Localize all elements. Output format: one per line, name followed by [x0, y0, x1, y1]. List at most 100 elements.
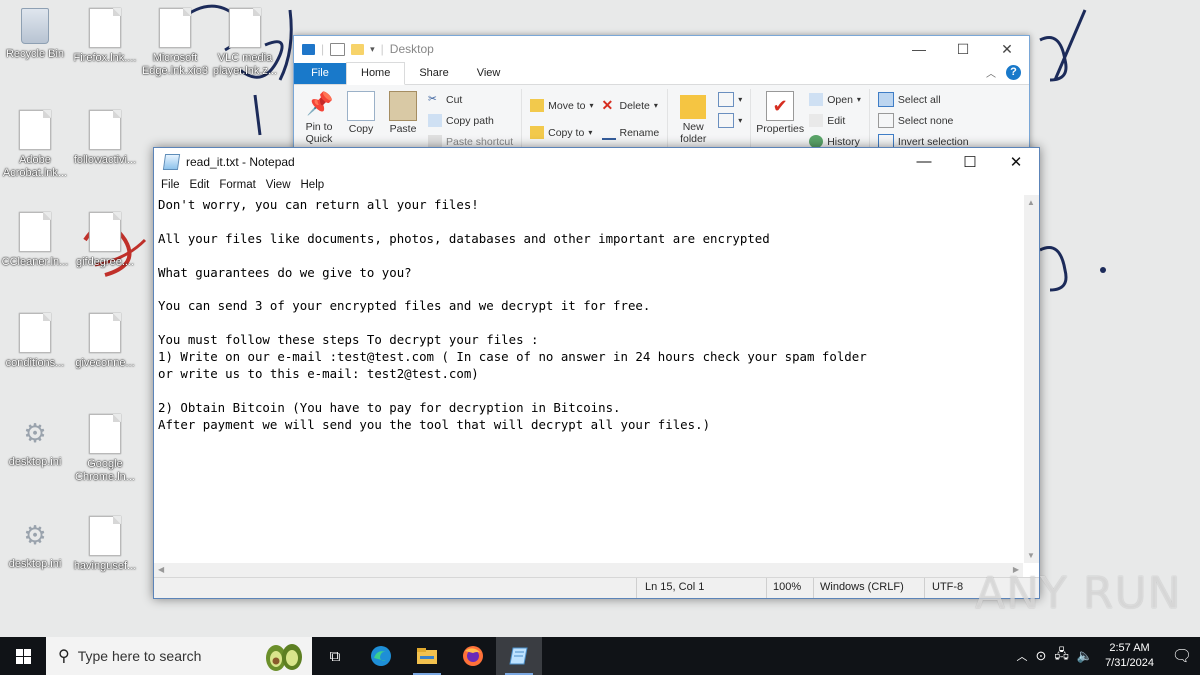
new-folder-label: New folder — [680, 121, 707, 145]
desktop-icon-desktop-ini[interactable]: ⚙ desktop.ini — [0, 414, 70, 469]
maximize-icon[interactable]: ☐ — [947, 153, 993, 171]
file-icon — [89, 110, 121, 150]
taskbar-notepad[interactable] — [496, 637, 542, 675]
copy-icon — [347, 91, 375, 121]
open-button[interactable]: Open ▾ — [809, 91, 861, 108]
vertical-scrollbar[interactable]: ▲ ▼ — [1024, 195, 1039, 563]
desktop-icon-recycle-bin[interactable]: Recycle Bin — [0, 8, 70, 61]
help-icon[interactable]: ? — [1006, 65, 1021, 80]
desktop-icon-label: CCleaner.ln... — [1, 256, 69, 268]
notepad-app-icon — [162, 153, 181, 170]
file-icon — [19, 313, 51, 353]
new-folder-qat-icon[interactable] — [351, 43, 365, 55]
desktop-icon-label: havingusef... — [73, 560, 137, 572]
task-view-button[interactable]: ⧉ — [312, 637, 358, 675]
search-placeholder: Type here to search — [77, 648, 202, 664]
delete-button[interactable]: ✕ Delete ▾ — [602, 97, 660, 114]
tab-home[interactable]: Home — [346, 62, 406, 85]
recycle-bin-icon — [21, 8, 49, 44]
scroll-down-icon[interactable]: ▼ — [1027, 551, 1035, 560]
explorer-app-icon — [302, 43, 315, 55]
windows-logo-icon — [15, 648, 31, 664]
tab-share[interactable]: Share — [405, 63, 462, 84]
qat-dropdown-icon[interactable]: ▾ — [370, 44, 375, 55]
desktop-icon-label: Microsoft Edge.lnk.xio3 — [141, 52, 209, 77]
taskbar-search-box[interactable]: ⚲ Type here to search — [46, 637, 312, 675]
horizontal-scrollbar[interactable]: ◀ ▶ — [154, 563, 1023, 578]
desktop-icon-vlc-lnk[interactable]: VLC media player.lnk.z... — [210, 8, 280, 78]
move-to-button[interactable]: Move to ▾ — [530, 97, 594, 114]
volume-icon[interactable]: 🔈 — [1077, 648, 1093, 664]
copy-to-button[interactable]: Copy to ▾ — [530, 124, 593, 141]
menu-edit[interactable]: Edit — [185, 179, 215, 191]
taskbar-edge[interactable] — [358, 637, 404, 675]
tab-file[interactable]: File — [294, 63, 346, 84]
select-none-button[interactable]: Select none — [877, 112, 969, 129]
notepad-window: read_it.txt - Notepad — ☐ ✕ File Edit Fo… — [153, 147, 1040, 599]
close-icon[interactable]: ✕ — [993, 153, 1039, 171]
menu-help[interactable]: Help — [296, 179, 330, 191]
maximize-icon[interactable]: ☐ — [941, 41, 985, 58]
desktop-icon-label: VLC media player.lnk.z... — [212, 52, 278, 77]
tab-view[interactable]: View — [463, 63, 515, 84]
easy-access-button[interactable]: ▾ — [718, 112, 742, 129]
delete-label: Delete — [619, 99, 650, 112]
chevron-up-icon[interactable]: ︿ — [1016, 648, 1027, 664]
desktop-icon-label: giveconne... — [75, 357, 135, 369]
desktop-icon-gifdegree[interactable]: gifdegree.... — [70, 212, 140, 269]
desktop-icon-conditions[interactable]: conditions... — [0, 313, 70, 370]
scroll-left-icon[interactable]: ◀ — [158, 565, 164, 574]
desktop-icon-ccleaner-lnk[interactable]: CCleaner.ln... — [0, 212, 70, 269]
new-item-icon — [718, 92, 735, 107]
notification-icon[interactable]: 🗨 — [1164, 646, 1200, 666]
file-icon — [159, 8, 191, 48]
select-all-button[interactable]: Select all — [877, 91, 969, 108]
copy-path-button[interactable]: Copy path — [428, 112, 513, 129]
rename-icon — [601, 125, 616, 140]
close-icon[interactable]: ✕ — [985, 41, 1029, 58]
notepad-titlebar: read_it.txt - Notepad — ☐ ✕ — [154, 148, 1039, 175]
taskbar-firefox[interactable] — [450, 637, 496, 675]
qat-separator: | — [380, 42, 384, 56]
history-label: History — [827, 135, 860, 148]
menu-file[interactable]: File — [156, 179, 185, 191]
desktop-icon-acrobat-lnk[interactable]: Adobe Acrobat.lnk... — [0, 110, 70, 180]
collapse-ribbon-icon[interactable]: ︿ — [986, 65, 996, 80]
meet-now-icon[interactable]: ⊙ — [1035, 648, 1046, 664]
desktop-icon-desktop-ini-2[interactable]: ⚙ desktop.ini — [0, 516, 70, 571]
select-none-label: Select none — [897, 114, 954, 127]
menu-view[interactable]: View — [261, 179, 296, 191]
desktop-icon-label: Adobe Acrobat.lnk... — [2, 154, 68, 179]
desktop-icon-firefox-lnk[interactable]: Firefox.lnk.... — [70, 8, 140, 65]
clock[interactable]: 2:57 AM 7/31/2024 — [1105, 641, 1154, 671]
notepad-text-area[interactable]: Don't worry, you can return all your fil… — [154, 195, 1023, 563]
task-view-icon: ⧉ — [329, 647, 341, 665]
start-button[interactable] — [0, 637, 46, 675]
zoom-level: 100% — [773, 581, 802, 593]
desktop-icon-followactivi[interactable]: followactivi... — [70, 110, 140, 167]
minimize-icon[interactable]: — — [897, 41, 941, 58]
notepad-window-controls: — ☐ ✕ — [901, 153, 1039, 171]
select-none-icon — [877, 113, 894, 128]
desktop-icon-havingusef[interactable]: havingusef... — [70, 516, 140, 573]
dropdown-arrow-icon: ▾ — [738, 95, 743, 104]
properties-qat-icon[interactable] — [330, 42, 346, 56]
desktop-icon-label: Firefox.lnk.... — [73, 52, 137, 64]
cut-label: Cut — [446, 93, 463, 106]
new-item-button[interactable]: ▾ — [718, 91, 742, 108]
cut-button[interactable]: ✂ Cut — [428, 91, 513, 108]
copy-label: Copy — [348, 123, 374, 135]
properties-label: Properties — [756, 123, 805, 135]
edit-button[interactable]: Edit — [809, 112, 861, 129]
desktop-icon-chrome-lnk[interactable]: Google Chrome.ln... — [70, 414, 140, 484]
scroll-up-icon[interactable]: ▲ — [1027, 198, 1035, 207]
file-icon — [89, 516, 121, 556]
network-icon[interactable]: 🖧 — [1054, 645, 1069, 667]
taskbar-file-explorer[interactable] — [404, 637, 450, 675]
desktop-icon-edge-lnk[interactable]: Microsoft Edge.lnk.xio3 — [140, 8, 210, 78]
desktop-icon-giveconne[interactable]: giveconne... — [70, 313, 140, 370]
copy-to-label: Copy to — [548, 126, 585, 139]
menu-format[interactable]: Format — [214, 179, 260, 191]
rename-button[interactable]: Rename — [601, 124, 659, 141]
minimize-icon[interactable]: — — [901, 153, 947, 171]
